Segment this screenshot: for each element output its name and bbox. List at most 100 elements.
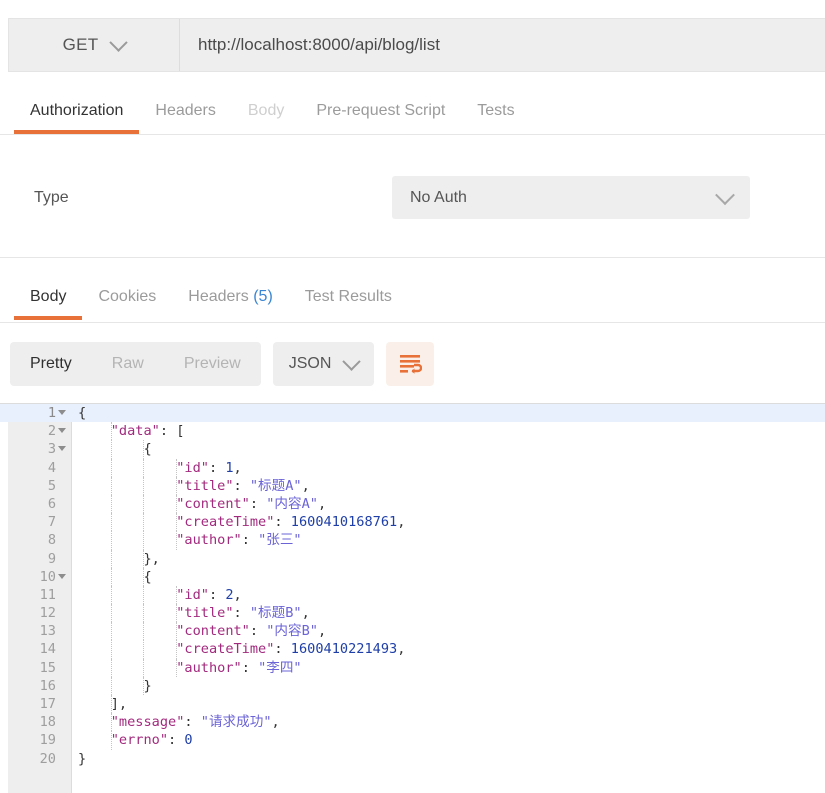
code-token: "message"	[78, 714, 185, 731]
response-view-mode-raw[interactable]: Raw	[92, 342, 164, 386]
code-fold-toggle-icon[interactable]	[58, 410, 66, 415]
code-token: }	[78, 677, 152, 694]
code-text: "content": "内容A",	[78, 494, 825, 514]
code-line[interactable]: 15 "author": "李四"	[0, 658, 825, 677]
indent-guide	[176, 640, 178, 659]
code-line[interactable]: 13 "content": "内容B",	[0, 622, 825, 641]
code-token: ,	[233, 459, 242, 476]
code-token: }	[78, 750, 87, 767]
request-tab-body[interactable]: Body	[232, 92, 300, 130]
response-tab-label: Body	[30, 288, 67, 305]
request-tab-headers[interactable]: Headers	[139, 92, 231, 130]
wrap-text-icon	[400, 355, 423, 374]
auth-type-select[interactable]: No Auth	[392, 176, 750, 219]
code-token: "content"	[78, 495, 250, 512]
indent-guide	[110, 695, 113, 714]
indent-guide	[110, 585, 113, 605]
line-number: 11	[39, 586, 56, 603]
response-tab-test-results[interactable]: Test Results	[289, 278, 408, 316]
indent-guide	[110, 713, 113, 732]
line-number: 5	[47, 477, 56, 494]
indent-guide	[176, 604, 178, 623]
code-text: "author": "张三"	[78, 531, 825, 550]
response-view-mode-preview[interactable]: Preview	[164, 342, 261, 386]
code-text: {	[78, 440, 825, 459]
request-tab-authorization[interactable]: Authorization	[14, 92, 140, 134]
code-text: {	[78, 404, 825, 422]
line-number: 6	[47, 495, 56, 512]
code-text: "id": 1,	[78, 458, 825, 477]
code-fold-toggle-icon[interactable]	[58, 428, 66, 434]
code-line[interactable]: 5 "title": "标题A",	[0, 476, 825, 495]
indent-guide	[110, 440, 113, 459]
wrap-text-button[interactable]	[386, 342, 435, 386]
code-line[interactable]: 20}	[0, 750, 825, 768]
code-line[interactable]: 7 "createTime": 1600410168761,	[0, 513, 825, 532]
indent-guide	[143, 513, 145, 532]
code-text: ],	[78, 695, 825, 714]
request-url-input[interactable]: http://localhost:8000/api/blog/list	[180, 19, 825, 71]
line-number: 12	[39, 605, 56, 622]
line-number: 10	[39, 568, 56, 585]
code-line[interactable]: 14 "createTime": 1600410221493,	[0, 640, 825, 659]
indent-guide	[143, 585, 145, 605]
code-token: "张三"	[258, 532, 302, 549]
code-fold-toggle-icon[interactable]	[58, 573, 66, 579]
code-line[interactable]: 9 },	[0, 549, 825, 568]
code-token: {	[78, 568, 152, 585]
code-line[interactable]: 18 "message": "请求成功",	[0, 713, 825, 732]
response-tab-body[interactable]: Body	[14, 278, 83, 320]
indent-guide	[143, 476, 145, 495]
code-token: 1	[225, 459, 234, 476]
code-token: ],	[78, 696, 128, 712]
response-tab-cookies[interactable]: Cookies	[82, 278, 172, 316]
http-method-select[interactable]: GET	[9, 19, 180, 71]
response-tab-headers[interactable]: Headers (5)	[172, 278, 288, 316]
code-line[interactable]: 1{	[0, 404, 825, 423]
code-token: : [	[159, 423, 185, 440]
code-line[interactable]: 16 }	[0, 676, 825, 696]
indent-guide	[143, 549, 145, 568]
indent-guide	[143, 676, 145, 696]
response-tab-label: Headers	[188, 288, 249, 305]
request-tab-tests[interactable]: Tests	[461, 92, 530, 130]
line-number: 2	[47, 423, 56, 440]
indent-guide	[176, 494, 178, 514]
code-text: "createTime": 1600410221493,	[78, 640, 825, 659]
response-body-editor[interactable]: 1{2 "data": [3 {4 "id": 1, 5 "title": "标题…	[0, 403, 825, 793]
code-line[interactable]: 2 "data": [	[0, 422, 825, 441]
code-line[interactable]: 10 {	[0, 567, 825, 586]
code-line[interactable]: 17 ],	[0, 695, 825, 714]
code-line[interactable]: 8 "author": "张三"	[0, 531, 825, 550]
response-view-mode-pretty[interactable]: Pretty	[10, 342, 92, 386]
response-format-select[interactable]: JSON	[272, 342, 375, 386]
code-token: },	[78, 550, 160, 567]
code-text: }	[78, 676, 825, 696]
code-token: ,	[318, 495, 327, 512]
response-tab-count-badge: (5)	[248, 288, 273, 305]
code-line[interactable]: 3 {	[0, 440, 825, 459]
indent-guide	[110, 731, 113, 750]
indent-guide	[110, 549, 113, 568]
code-line[interactable]: 11 "id": 2,	[0, 585, 825, 605]
code-token: :	[233, 605, 250, 622]
request-tabs: Authorization Headers Body Pre-request Scri…	[0, 92, 825, 135]
indent-guide	[143, 604, 145, 623]
indent-guide	[110, 531, 113, 550]
indent-guide	[176, 476, 178, 495]
response-view-mode-group: Pretty Raw Preview	[10, 342, 261, 386]
request-tab-pre-request-script[interactable]: Pre-request Script	[300, 92, 461, 130]
code-line[interactable]: 19 "errno": 0	[0, 731, 825, 750]
code-fold-toggle-icon[interactable]	[58, 446, 66, 452]
line-number: 3	[47, 441, 56, 458]
code-line[interactable]: 4 "id": 1,	[0, 458, 825, 477]
indent-guide	[110, 658, 113, 677]
code-token: "author"	[78, 659, 242, 676]
indent-guide	[110, 513, 113, 532]
code-line[interactable]: 12 "title": "标题B",	[0, 604, 825, 623]
response-tab-label: Cookies	[98, 288, 157, 305]
code-token: :	[241, 532, 259, 549]
code-token: "请求成功"	[200, 714, 272, 731]
code-token: ,	[271, 714, 280, 731]
code-line[interactable]: 6 "content": "内容A",	[0, 494, 825, 514]
